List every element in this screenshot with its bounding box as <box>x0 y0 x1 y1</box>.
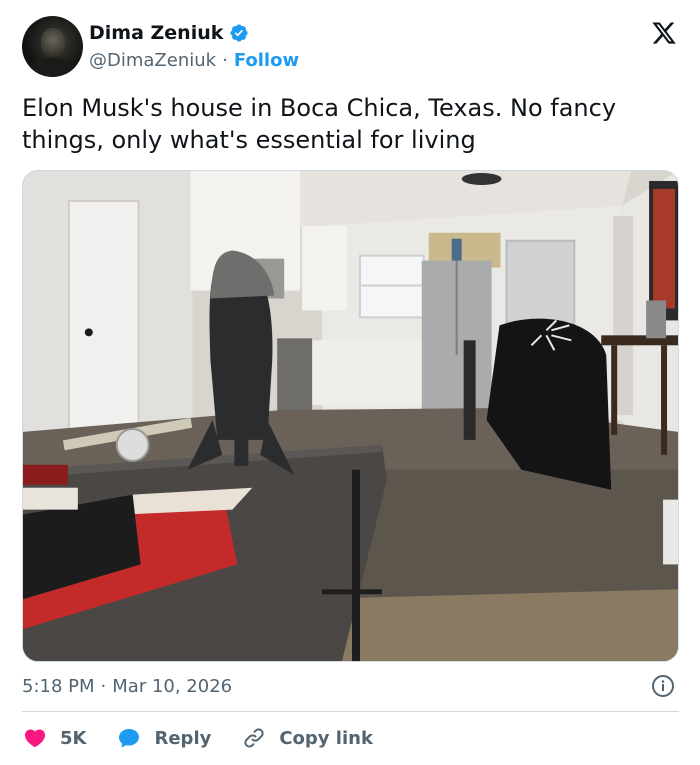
avatar-face <box>41 28 65 58</box>
author-handle-row: @DimaZeniuk · Follow <box>89 49 299 71</box>
link-icon <box>244 728 264 748</box>
handle-separator: · <box>222 49 228 71</box>
verified-badge-icon <box>229 23 249 43</box>
avatar-shoulders <box>28 58 78 77</box>
tweet-time: 5:18 PM <box>22 675 95 697</box>
like-button[interactable]: 5K <box>22 726 86 750</box>
divider <box>22 711 679 712</box>
reply-bubble-icon <box>119 729 140 748</box>
x-logo-icon[interactable] <box>650 20 678 46</box>
heart-icon <box>24 729 46 748</box>
avatar[interactable] <box>22 16 83 77</box>
reply-label: Reply <box>154 727 212 749</box>
author-name-row: Dima Zeniuk <box>89 21 249 45</box>
reply-button[interactable]: Reply <box>116 726 211 750</box>
info-icon[interactable] <box>651 674 675 698</box>
tweet-timestamp[interactable]: 5:18 PM · Mar 10, 2026 <box>22 673 232 699</box>
action-bar: 5K Reply Copy link <box>22 722 403 754</box>
copy-link-label: Copy link <box>279 727 373 749</box>
tweet-photo[interactable] <box>22 170 679 662</box>
tweet-card: Dima Zeniuk @DimaZeniuk · Follow Elon Mu… <box>0 0 700 765</box>
author-handle[interactable]: @DimaZeniuk <box>89 50 216 71</box>
tweet-text: Elon Musk's house in Boca Chica, Texas. … <box>22 94 617 154</box>
tweet-date: Mar 10, 2026 <box>112 675 233 697</box>
copy-link-button[interactable]: Copy link <box>241 726 373 750</box>
like-count: 5K <box>60 727 87 749</box>
author-name[interactable]: Dima Zeniuk <box>89 22 223 44</box>
time-separator: · <box>100 675 107 697</box>
follow-button[interactable]: Follow <box>234 50 299 71</box>
